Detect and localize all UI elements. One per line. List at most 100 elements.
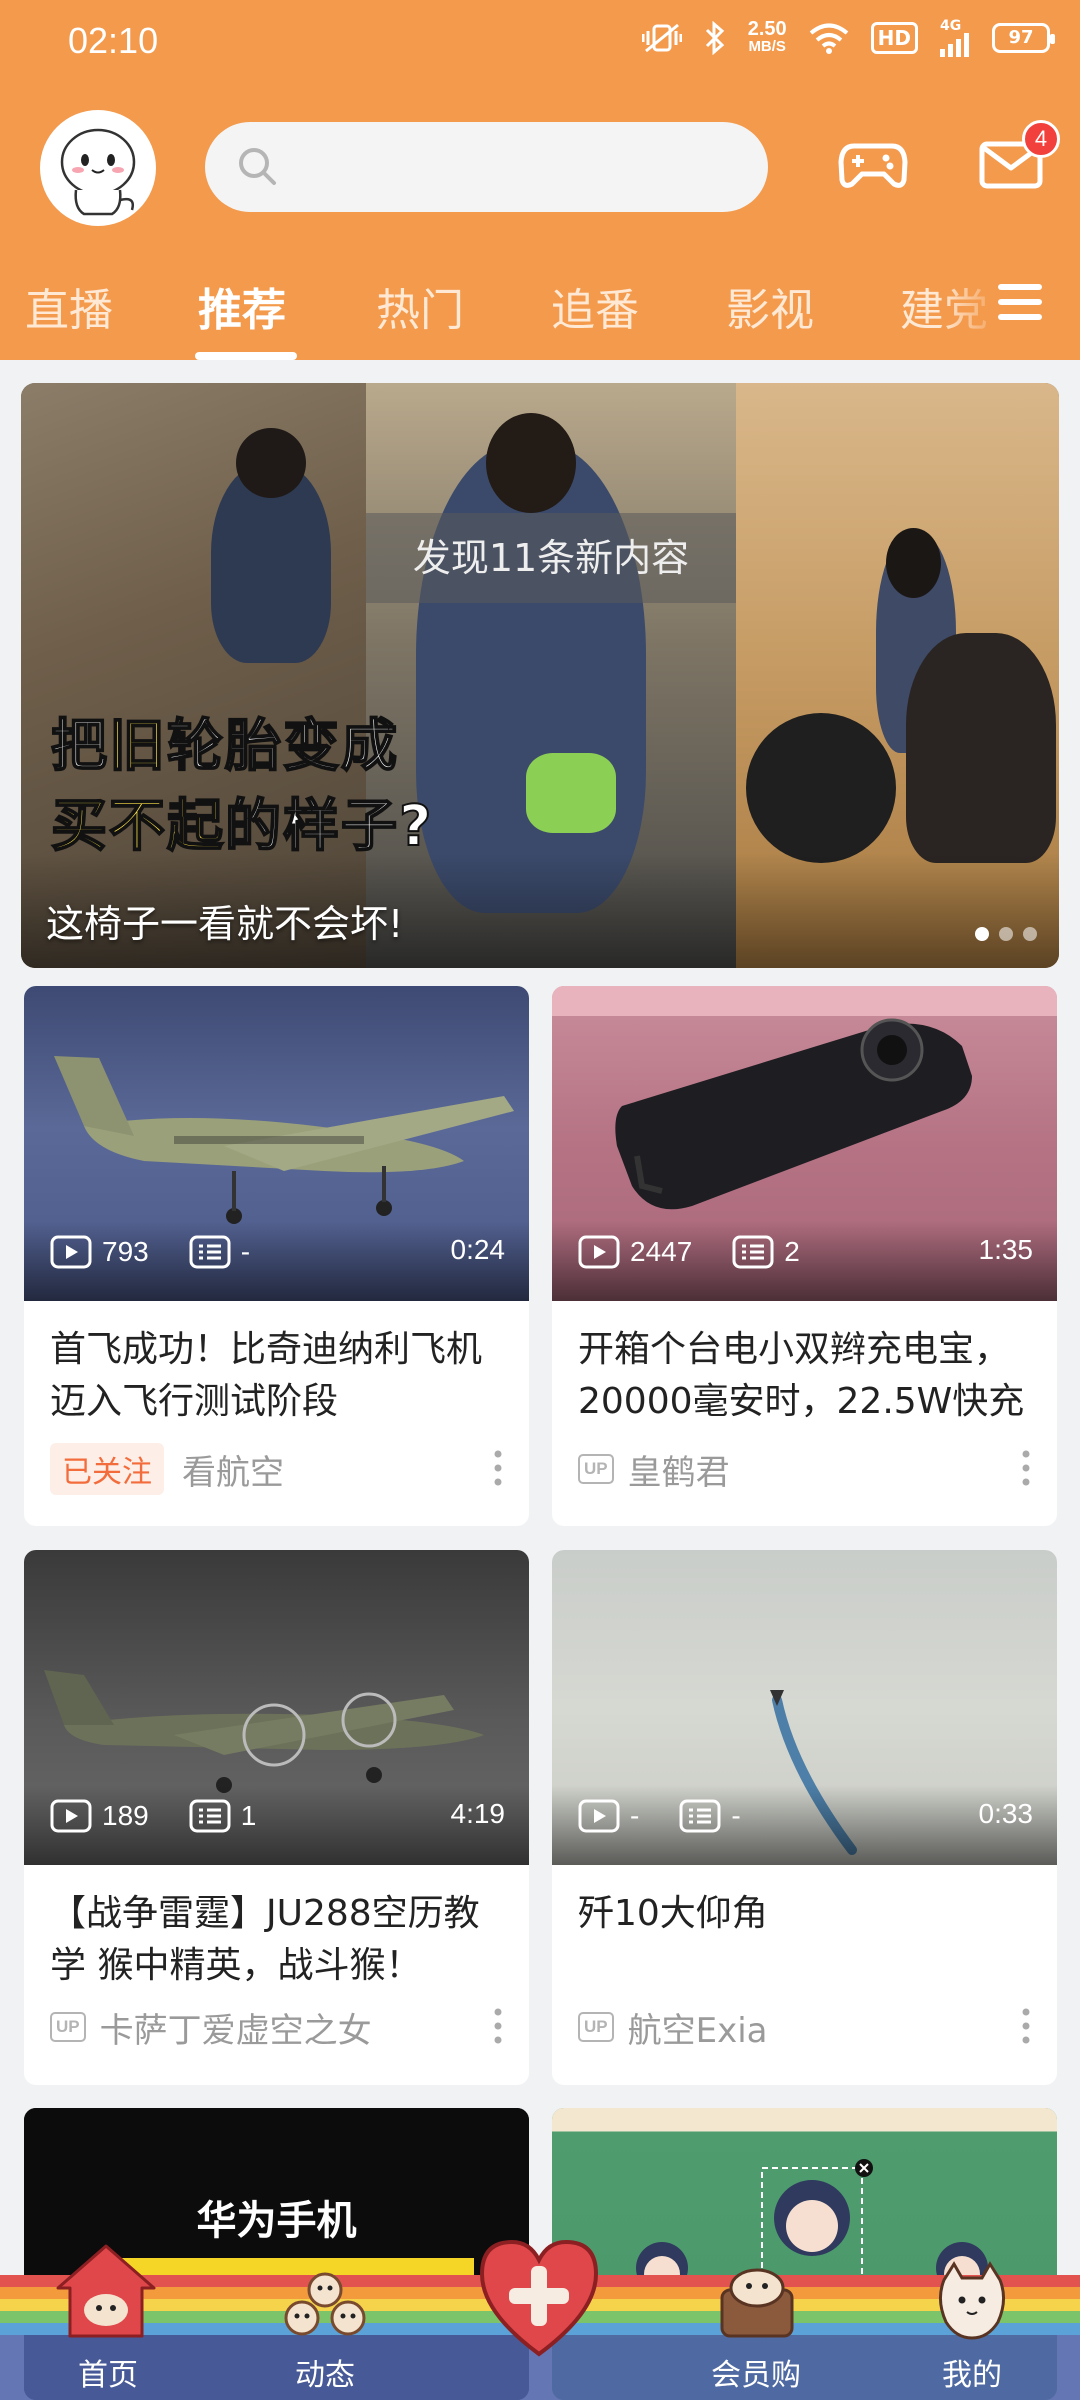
banner-headline-line1: 把旧轮胎变成 — [50, 701, 399, 782]
author-name[interactable]: 卡萨丁爱虚空之女 — [100, 2003, 372, 2052]
danmaku-count-icon — [679, 1799, 721, 1833]
nav-vip-shop[interactable]: 会员购 — [686, 2350, 826, 2394]
play-count-icon — [578, 1235, 620, 1269]
headline-part: 旧 — [108, 713, 167, 780]
more-options-icon[interactable] — [1019, 1448, 1033, 1492]
play-count-icon — [50, 1799, 92, 1833]
video-card[interactable]: 189 1 4:19 【战争雷霆】JU288空历教学 猴中精英，战斗猴！ UP … — [24, 1550, 529, 2085]
game-center-icon[interactable] — [838, 136, 908, 196]
video-duration: 1:35 — [978, 1234, 1034, 1265]
bluetooth-icon — [704, 18, 726, 58]
carousel-indicator — [975, 927, 1037, 941]
play-count: 793 — [102, 1236, 149, 1267]
net-speed-value: 2.50 — [747, 18, 787, 40]
nav-dynamics[interactable]: 动态 — [255, 2350, 395, 2394]
video-card[interactable]: - - 0:33 歼10大仰角 UP 航空Exia — [552, 1550, 1057, 2085]
new-content-toast: 发现11条新内容 — [366, 513, 736, 603]
danmaku-count: 1 — [240, 1800, 257, 1831]
active-tab-indicator — [195, 352, 297, 360]
tab-anime[interactable]: 追番 — [551, 274, 639, 338]
danmaku-count: - — [731, 1800, 741, 1831]
search-bar[interactable] — [205, 122, 768, 212]
tab-movies[interactable]: 影视 — [726, 274, 814, 338]
nav-profile[interactable]: 我的 — [902, 2350, 1042, 2394]
followed-badge: 已关注 — [50, 1443, 164, 1495]
play-count-icon — [50, 1235, 92, 1269]
home-icon[interactable] — [50, 2240, 162, 2344]
app-header: 02:10 2.50 MB/S HD 4G 97 4 直播 推荐 热门 追番 影… — [0, 0, 1080, 360]
video-stats: 189 1 — [50, 1796, 296, 1836]
video-title: 歼10大仰角 — [578, 1893, 768, 1934]
signal-icon: 4G — [940, 18, 970, 58]
status-bar: 02:10 2.50 MB/S HD 4G 97 — [0, 0, 1080, 80]
up-badge: UP — [50, 2012, 86, 2042]
more-options-icon[interactable] — [1019, 2006, 1033, 2050]
carousel-dot[interactable] — [1023, 927, 1037, 941]
search-icon — [235, 144, 279, 192]
video-duration: 4:19 — [450, 1798, 506, 1829]
tab-hot[interactable]: 热门 — [376, 274, 464, 338]
vibrate-icon — [641, 18, 682, 58]
more-options-icon[interactable] — [491, 2006, 505, 2050]
channel-tabs: 直播 推荐 热门 追番 影视 建党 — [0, 266, 1080, 360]
status-icons: 2.50 MB/S HD 4G 97 — [641, 18, 1055, 58]
banner-caption: 这椅子一看就不会坏! — [46, 902, 404, 946]
play-count-icon — [578, 1799, 620, 1833]
video-stats: - - — [578, 1796, 781, 1836]
danmaku-count: 2 — [784, 1236, 800, 1267]
message-badge: 4 — [1022, 120, 1060, 158]
video-stats: 793 - — [50, 1232, 290, 1272]
danmaku-count-icon — [189, 1235, 231, 1269]
user-avatar[interactable] — [40, 110, 156, 226]
headline-part: 轮胎 — [166, 713, 283, 780]
author-row: UP 卡萨丁爱虚空之女 — [50, 2002, 372, 2052]
headline-part: 的样子? — [224, 793, 434, 860]
profile-icon[interactable] — [932, 2260, 1012, 2344]
search-input[interactable] — [295, 142, 735, 192]
danmaku-count: - — [240, 1236, 251, 1267]
play-count: - — [630, 1800, 640, 1831]
vip-shop-icon[interactable] — [712, 2266, 802, 2344]
author-row: 已关注 看航空 — [50, 1443, 284, 1495]
video-duration: 0:33 — [978, 1798, 1034, 1829]
bottom-navigation: 首页 动态 会员购 我的 — [0, 2239, 1080, 2400]
publish-heart-icon[interactable] — [474, 2232, 604, 2366]
carousel-dot[interactable] — [975, 927, 989, 941]
tab-recommend[interactable]: 推荐 — [198, 274, 286, 338]
video-title: 开箱个台电小双辫充电宝，20000毫安时，22.5W快充 — [578, 1329, 1025, 1422]
video-card[interactable]: 2447 2 1:35 开箱个台电小双辫充电宝，20000毫安时，22.5W快充… — [552, 986, 1057, 1526]
nav-home[interactable]: 首页 — [38, 2350, 178, 2394]
video-stats: 2447 2 — [578, 1232, 840, 1272]
banner-carousel[interactable]: 发现11条新内容 把旧轮胎变成 买不起的样子? 这椅子一看就不会坏! — [21, 383, 1059, 968]
author-name[interactable]: 看航空 — [182, 1445, 284, 1494]
carousel-dot[interactable] — [999, 927, 1013, 941]
wifi-icon — [809, 18, 849, 58]
tab-live[interactable]: 直播 — [25, 274, 113, 338]
play-count: 189 — [102, 1800, 149, 1831]
author-name[interactable]: 皇鹤君 — [628, 1445, 730, 1494]
author-row: UP 航空Exia — [578, 2002, 768, 2052]
video-title: 【战争雷霆】JU288空历教学 猴中精英，战斗猴！ — [50, 1893, 480, 1986]
headline-part: 把 — [50, 713, 109, 780]
play-count: 2447 — [630, 1236, 693, 1267]
hd-badge: HD — [870, 22, 918, 54]
danmaku-count-icon — [732, 1235, 774, 1269]
up-badge: UP — [578, 1454, 614, 1484]
author-row: UP 皇鹤君 — [578, 1444, 730, 1494]
video-duration: 0:24 — [450, 1234, 506, 1265]
dynamics-icon[interactable] — [280, 2270, 370, 2344]
headline-part: 买不起 — [50, 793, 225, 860]
video-card[interactable]: 793 - 0:24 首飞成功！比奇迪纳利飞机迈入飞行测试阶段 已关注 看航空 — [24, 986, 529, 1526]
author-name[interactable]: 航空Exia — [628, 2003, 768, 2052]
net-speed: 2.50 MB/S — [747, 18, 787, 56]
banner-headline-line2: 买不起的样子? — [50, 781, 434, 862]
danmaku-count-icon — [189, 1799, 231, 1833]
net-speed-unit: MB/S — [748, 38, 786, 55]
status-time: 02:10 — [68, 20, 159, 61]
more-options-icon[interactable] — [491, 1448, 505, 1492]
channel-menu-icon[interactable] — [998, 282, 1042, 326]
headline-part: 变成 — [282, 713, 399, 780]
signal-label: 4G — [940, 18, 962, 34]
video-title: 首飞成功！比奇迪纳利飞机迈入飞行测试阶段 — [50, 1329, 483, 1422]
avatar-mascot-icon — [60, 128, 136, 216]
